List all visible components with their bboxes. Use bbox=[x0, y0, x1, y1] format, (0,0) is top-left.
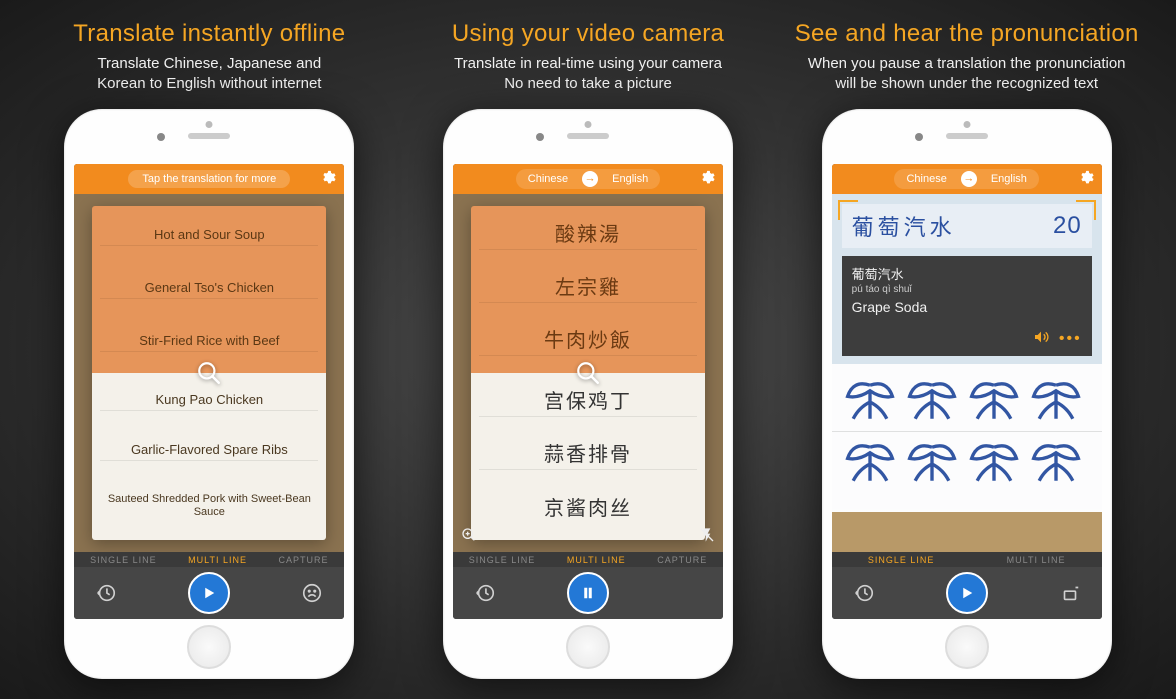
home-button[interactable] bbox=[566, 625, 610, 669]
app-screen-1: Tap the translation for more Hot and Sou… bbox=[74, 164, 344, 619]
menu-item: 京酱肉丝 bbox=[479, 496, 697, 523]
result-cjk: 葡萄汽水 bbox=[852, 264, 1082, 283]
bottom-controls bbox=[453, 567, 723, 619]
phone-front-camera bbox=[915, 133, 923, 141]
tab-capture[interactable]: CAPTURE bbox=[657, 555, 707, 565]
swap-languages-icon[interactable] bbox=[582, 171, 598, 187]
subheading-2: Translate in real-time using your camera… bbox=[454, 54, 722, 95]
history-button[interactable] bbox=[471, 579, 499, 607]
swap-languages-icon[interactable] bbox=[961, 171, 977, 187]
phone-mock-1: Tap the translation for more Hot and Sou… bbox=[64, 109, 354, 679]
result-english: Grape Soda bbox=[852, 299, 1082, 315]
heading-1: Translate instantly offline bbox=[73, 20, 345, 48]
phone-front-camera bbox=[536, 133, 544, 141]
tab-multi-line[interactable]: MULTI LINE bbox=[188, 555, 247, 565]
tab-multi-line[interactable]: MULTI LINE bbox=[1007, 555, 1066, 565]
app-topbar: Chinese English bbox=[832, 164, 1102, 194]
speak-icon[interactable] bbox=[1033, 329, 1049, 350]
phone-sensor bbox=[206, 121, 213, 128]
settings-button[interactable] bbox=[320, 169, 336, 188]
phone-mock-3: Chinese English 葡萄汽水 20 bbox=[822, 109, 1112, 679]
magnifier-icon[interactable] bbox=[575, 360, 601, 386]
play-button[interactable] bbox=[946, 572, 988, 614]
history-button[interactable] bbox=[92, 579, 120, 607]
play-button[interactable] bbox=[188, 572, 230, 614]
phone-front-camera bbox=[157, 133, 165, 141]
phone-sensor bbox=[585, 121, 592, 128]
menu-item: 宫保鸡丁 bbox=[479, 389, 697, 417]
recognized-price: 20 bbox=[1053, 212, 1082, 240]
language-selector[interactable]: Chinese English bbox=[894, 169, 1038, 189]
promo-column-3: See and hear the pronunciation When you … bbox=[787, 20, 1146, 679]
app-screen-2: Chinese English 酸辣湯 左宗雞 牛肉炒飯 bbox=[453, 164, 723, 619]
lock-orientation-button[interactable] bbox=[1056, 579, 1084, 607]
floor bbox=[832, 512, 1102, 552]
zoom-in-icon[interactable] bbox=[461, 527, 477, 546]
translated-menu[interactable]: Hot and Sour Soup General Tso's Chicken … bbox=[92, 206, 326, 540]
flash-off-icon[interactable] bbox=[699, 527, 715, 546]
phone-mock-2: Chinese English 酸辣湯 左宗雞 牛肉炒飯 bbox=[443, 109, 733, 679]
app-topbar: Tap the translation for more bbox=[74, 164, 344, 194]
tab-single-line[interactable]: SINGLE LINE bbox=[469, 555, 536, 565]
menu-item: Hot and Sour Soup bbox=[100, 226, 318, 246]
settings-button[interactable] bbox=[699, 169, 715, 188]
language-selector[interactable]: Chinese English bbox=[516, 169, 660, 189]
camera-viewport: 葡萄汽水 20 葡萄汽水 pú táo qì shuǐ Grape Soda •… bbox=[832, 194, 1102, 552]
menu-item: Stir-Fried Rice with Beef bbox=[100, 332, 318, 352]
tab-capture[interactable]: CAPTURE bbox=[279, 555, 329, 565]
mode-tabs: SINGLE LINE MULTI LINE bbox=[832, 552, 1102, 567]
menu-item: Garlic-Flavored Spare Ribs bbox=[100, 441, 318, 461]
home-button[interactable] bbox=[945, 625, 989, 669]
menu-item: Sauteed Shredded Pork with Sweet-Bean Sa… bbox=[100, 491, 318, 520]
recognized-cjk: 葡萄汽水 bbox=[852, 210, 956, 242]
more-icon[interactable]: ••• bbox=[1059, 330, 1082, 348]
phone-earpiece bbox=[946, 133, 988, 139]
mode-tabs: SINGLE LINE MULTI LINE CAPTURE bbox=[453, 552, 723, 567]
pause-button[interactable] bbox=[567, 572, 609, 614]
feedback-button[interactable] bbox=[298, 579, 326, 607]
heading-2: Using your video camera bbox=[452, 20, 724, 48]
heading-3: See and hear the pronunciation bbox=[795, 20, 1139, 48]
bottom-controls bbox=[74, 567, 344, 619]
menu-item: 左宗雞 bbox=[479, 275, 697, 303]
menu-item: 蒜香排骨 bbox=[479, 442, 697, 470]
menu-item: General Tso's Chicken bbox=[100, 279, 318, 299]
magnifier-icon[interactable] bbox=[196, 360, 222, 386]
recognized-text-strip: 葡萄汽水 20 bbox=[842, 204, 1092, 248]
mode-tabs: SINGLE LINE MULTI LINE CAPTURE bbox=[74, 552, 344, 567]
tab-multi-line[interactable]: MULTI LINE bbox=[567, 555, 626, 565]
bottom-controls bbox=[832, 567, 1102, 619]
phone-earpiece bbox=[567, 133, 609, 139]
history-button[interactable] bbox=[850, 579, 878, 607]
tab-single-line[interactable]: SINGLE LINE bbox=[868, 555, 935, 565]
phone-sensor bbox=[963, 121, 970, 128]
lang-to: English bbox=[612, 173, 648, 185]
subheading-1: Translate Chinese, Japanese and Korean t… bbox=[97, 54, 321, 95]
menu-item: Kung Pao Chicken bbox=[100, 391, 318, 411]
camera-viewport: 酸辣湯 左宗雞 牛肉炒飯 宫保鸡丁 蒜香排骨 京酱肉丝 bbox=[453, 194, 723, 552]
camera-viewport: Hot and Sour Soup General Tso's Chicken … bbox=[74, 194, 344, 552]
app-topbar: Chinese English bbox=[453, 164, 723, 194]
phone-earpiece bbox=[188, 133, 230, 139]
topbar-hint[interactable]: Tap the translation for more bbox=[128, 170, 290, 188]
promo-column-1: Translate instantly offline Translate Ch… bbox=[30, 20, 389, 679]
source-menu[interactable]: 酸辣湯 左宗雞 牛肉炒飯 宫保鸡丁 蒜香排骨 京酱肉丝 bbox=[471, 206, 705, 540]
tab-single-line[interactable]: SINGLE LINE bbox=[90, 555, 157, 565]
home-button[interactable] bbox=[187, 625, 231, 669]
lang-to: English bbox=[991, 173, 1027, 185]
settings-button[interactable] bbox=[1078, 169, 1094, 188]
menu-item: 酸辣湯 bbox=[479, 222, 697, 250]
lang-from: Chinese bbox=[906, 173, 946, 185]
result-pinyin: pú táo qì shuǐ bbox=[852, 284, 1082, 295]
promo-column-2: Using your video camera Translate in rea… bbox=[409, 20, 768, 679]
lang-from: Chinese bbox=[528, 173, 568, 185]
background-pattern bbox=[832, 364, 1102, 512]
menu-item: 牛肉炒飯 bbox=[479, 328, 697, 356]
translation-result-box[interactable]: 葡萄汽水 pú táo qì shuǐ Grape Soda ••• bbox=[842, 256, 1092, 356]
app-screen-3: Chinese English 葡萄汽水 20 bbox=[832, 164, 1102, 619]
subheading-3: When you pause a translation the pronunc… bbox=[808, 54, 1126, 95]
